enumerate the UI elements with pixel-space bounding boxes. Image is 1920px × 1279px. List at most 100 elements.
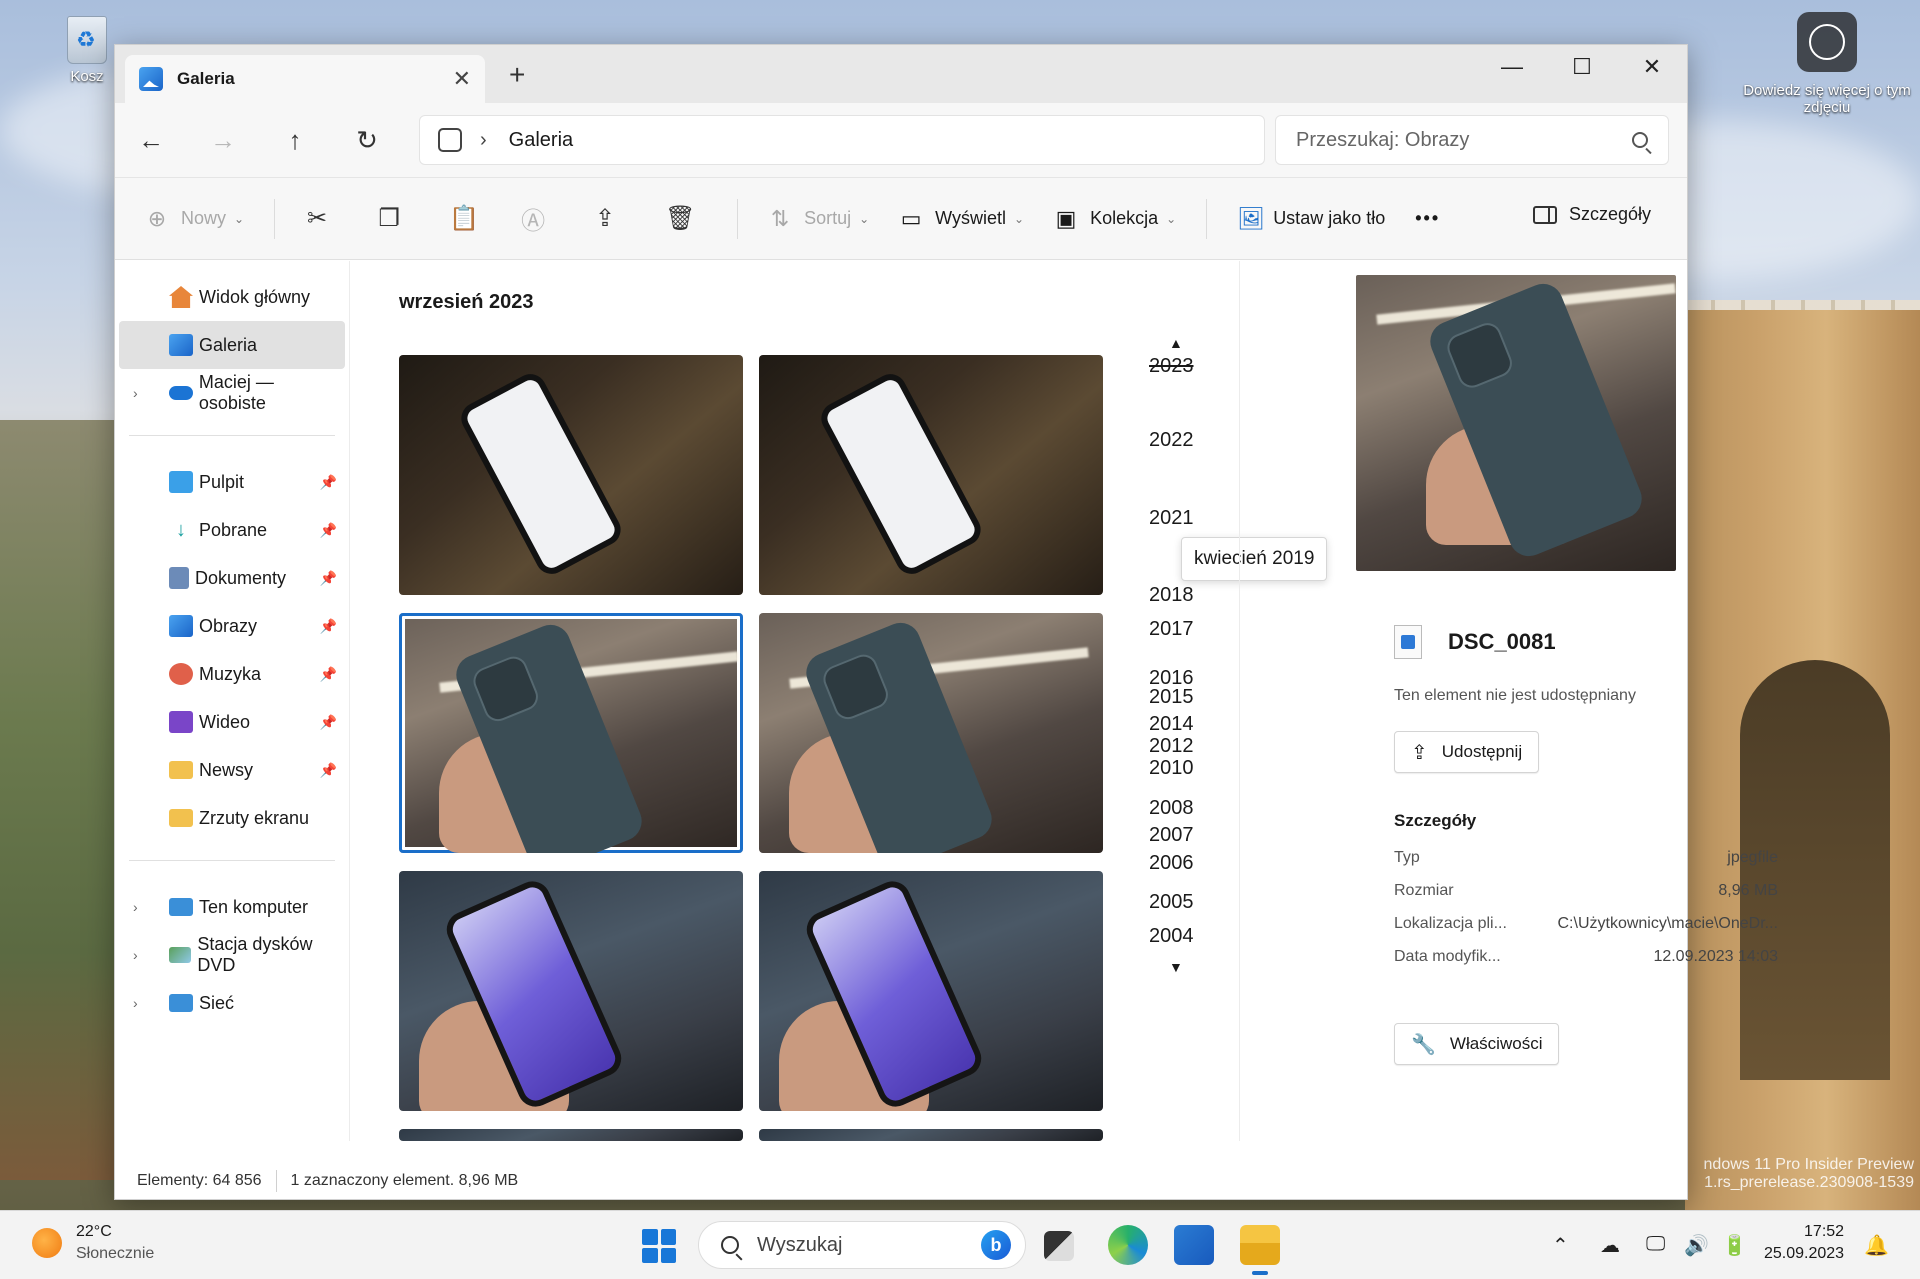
scroll-down-icon[interactable]: ▼ [1169,959,1183,975]
weather-widget[interactable]: 22°C Słonecznie [32,1223,154,1263]
chevron-right-icon[interactable]: › [480,129,487,152]
view-button[interactable]: ▭ Wyświetl ⌄ [899,206,1024,232]
taskbar-search[interactable]: Wyszukaj b [698,1221,1026,1269]
photo-thumbnail[interactable] [399,1129,743,1141]
sidebar-item-screenshots[interactable]: Zrzuty ekranu [119,794,345,842]
pin-icon[interactable]: 📌 [320,570,337,587]
battery-icon[interactable]: 🔋 [1722,1233,1747,1258]
detail-row: Rozmiar 8,96 MB [1394,882,1778,900]
photo-thumbnail[interactable] [399,355,743,595]
pin-icon[interactable]: 📌 [320,666,337,683]
photo-thumbnail[interactable] [399,871,743,1111]
timeline-year[interactable]: 2007 [1149,824,1194,847]
start-button[interactable] [642,1229,676,1263]
file-explorer-icon[interactable] [1240,1225,1280,1275]
set-background-button[interactable]: 🖼 Ustaw jako tło [1237,206,1385,232]
timeline-year[interactable]: 2010 [1149,757,1194,780]
volume-icon[interactable]: 🔊 [1684,1233,1709,1258]
sort-button[interactable]: ⇅ Sortuj ⌄ [768,206,869,232]
chevron-up-icon[interactable]: ⌃ [1552,1233,1569,1258]
copy-button[interactable]: ❐ [377,204,401,233]
up-button[interactable]: ↑ [259,125,331,156]
edge-canary-icon[interactable] [1108,1225,1148,1265]
pin-icon[interactable]: 📌 [320,618,337,635]
more-options-button[interactable]: ••• [1415,208,1440,229]
photo-thumbnail[interactable] [759,871,1103,1111]
sidebar-item-home[interactable]: Widok główny [119,273,345,321]
photo-thumbnail[interactable] [759,1129,1103,1141]
timeline-year[interactable]: 2018 [1149,584,1194,607]
refresh-button[interactable]: ↻ [331,125,403,156]
sidebar-item-gallery[interactable]: Galeria [119,321,345,369]
timeline-year[interactable]: 2022 [1149,429,1194,452]
image-file-icon [1394,625,1422,659]
maximize-button[interactable]: ☐ [1547,45,1617,89]
notifications-icon[interactable]: 🔔 [1864,1233,1889,1258]
sidebar-item-downloads[interactable]: ↓ Pobrane 📌 [119,506,345,554]
paste-button[interactable]: 📋 [449,204,479,233]
sidebar-item-pictures[interactable]: Obrazy 📌 [119,602,345,650]
timeline-scrubber[interactable]: ▲ 2023 2022 2021 2018 2017 2016 2015 201… [1131,261,1231,1141]
back-button[interactable]: ← [115,125,187,156]
details-pane-button[interactable]: Szczegóły [1532,204,1651,225]
sidebar-item-onedrive[interactable]: › Maciej — osobiste [119,369,345,417]
timeline-year[interactable]: 2005 [1149,891,1194,914]
pin-icon[interactable]: 📌 [320,714,337,731]
rename-button[interactable]: Ⓐ [521,201,545,236]
photo-thumbnail-selected[interactable] [399,613,743,853]
task-view-icon[interactable] [1044,1231,1074,1261]
sidebar-item-desktop[interactable]: Pulpit 📌 [119,458,345,506]
timeline-year[interactable]: 2008 [1149,797,1194,820]
clock[interactable]: 17:52 25.09.2023 [1764,1221,1844,1265]
scroll-up-icon[interactable]: ▲ [1169,335,1183,351]
properties-button[interactable]: 🔧 Właściwości [1394,1023,1560,1065]
collection-button[interactable]: ▣ Kolekcja ⌄ [1054,206,1177,232]
sidebar-item-this-pc[interactable]: › Ten komputer [119,883,345,931]
search-input[interactable]: Przeszukaj: Obrazy [1275,115,1669,165]
bing-icon[interactable]: b [981,1230,1011,1260]
pin-icon[interactable]: 📌 [320,762,337,779]
timeline-year[interactable]: 2014 [1149,713,1194,736]
delete-button[interactable]: 🗑 [665,204,695,233]
share-button[interactable]: ⇪ [593,204,617,233]
pin-icon[interactable]: 📌 [320,474,337,491]
sidebar-item-dvd[interactable]: › Stacja dysków DVD [119,931,345,979]
timeline-year[interactable]: 2012 [1149,735,1194,758]
learn-about-picture-shortcut[interactable]: Dowiedz się więcej o tym zdjęciu [1742,12,1912,116]
word-icon[interactable] [1174,1225,1214,1265]
tab-close-icon[interactable]: ✕ [453,66,471,92]
sidebar-item-network[interactable]: › Sieć [119,979,345,1027]
close-window-button[interactable]: ✕ [1617,45,1687,89]
breadcrumb[interactable]: Galeria [509,129,573,152]
new-tab-button[interactable]: + [509,59,525,91]
timeline-year[interactable]: 2021 [1149,507,1194,530]
onedrive-icon[interactable]: ☁ [1600,1233,1620,1258]
address-bar[interactable]: › Galeria [419,115,1265,165]
photo-thumbnail[interactable] [759,613,1103,853]
photo-thumbnail[interactable] [759,355,1103,595]
cut-button[interactable]: ✂ [305,204,329,233]
timeline-year[interactable]: 2004 [1149,925,1194,948]
timeline-year[interactable]: 2006 [1149,852,1194,875]
recycle-bin-shortcut[interactable]: ♻ Kosz [58,16,116,85]
sidebar-item-newsy[interactable]: Newsy 📌 [119,746,345,794]
timeline-year[interactable]: 2017 [1149,618,1194,641]
new-button[interactable]: ⊕ Nowy ⌄ [145,206,244,232]
timeline-year[interactable]: 2015 [1149,686,1194,709]
timeline-year[interactable]: 2023 [1149,355,1194,378]
landscape-hills [0,420,120,1180]
sidebar-item-documents[interactable]: Dokumenty 📌 [119,554,345,602]
sidebar-item-video[interactable]: Wideo 📌 [119,698,345,746]
sidebar-item-music[interactable]: Muzyka 📌 [119,650,345,698]
network-icon[interactable]: 🖵 [1646,1233,1665,1256]
forward-button[interactable]: → [187,125,259,156]
share-button[interactable]: ⇪ Udostępnij [1394,731,1540,773]
pin-icon[interactable]: 📌 [320,522,337,539]
chevron-right-icon[interactable]: › [133,995,138,1011]
chevron-right-icon[interactable]: › [133,385,138,401]
tab-galeria[interactable]: Galeria ✕ [125,55,485,103]
minimize-button[interactable]: — [1477,45,1547,89]
chevron-right-icon[interactable]: › [133,899,138,915]
toolbar-divider [737,198,739,239]
chevron-right-icon[interactable]: › [133,947,138,963]
